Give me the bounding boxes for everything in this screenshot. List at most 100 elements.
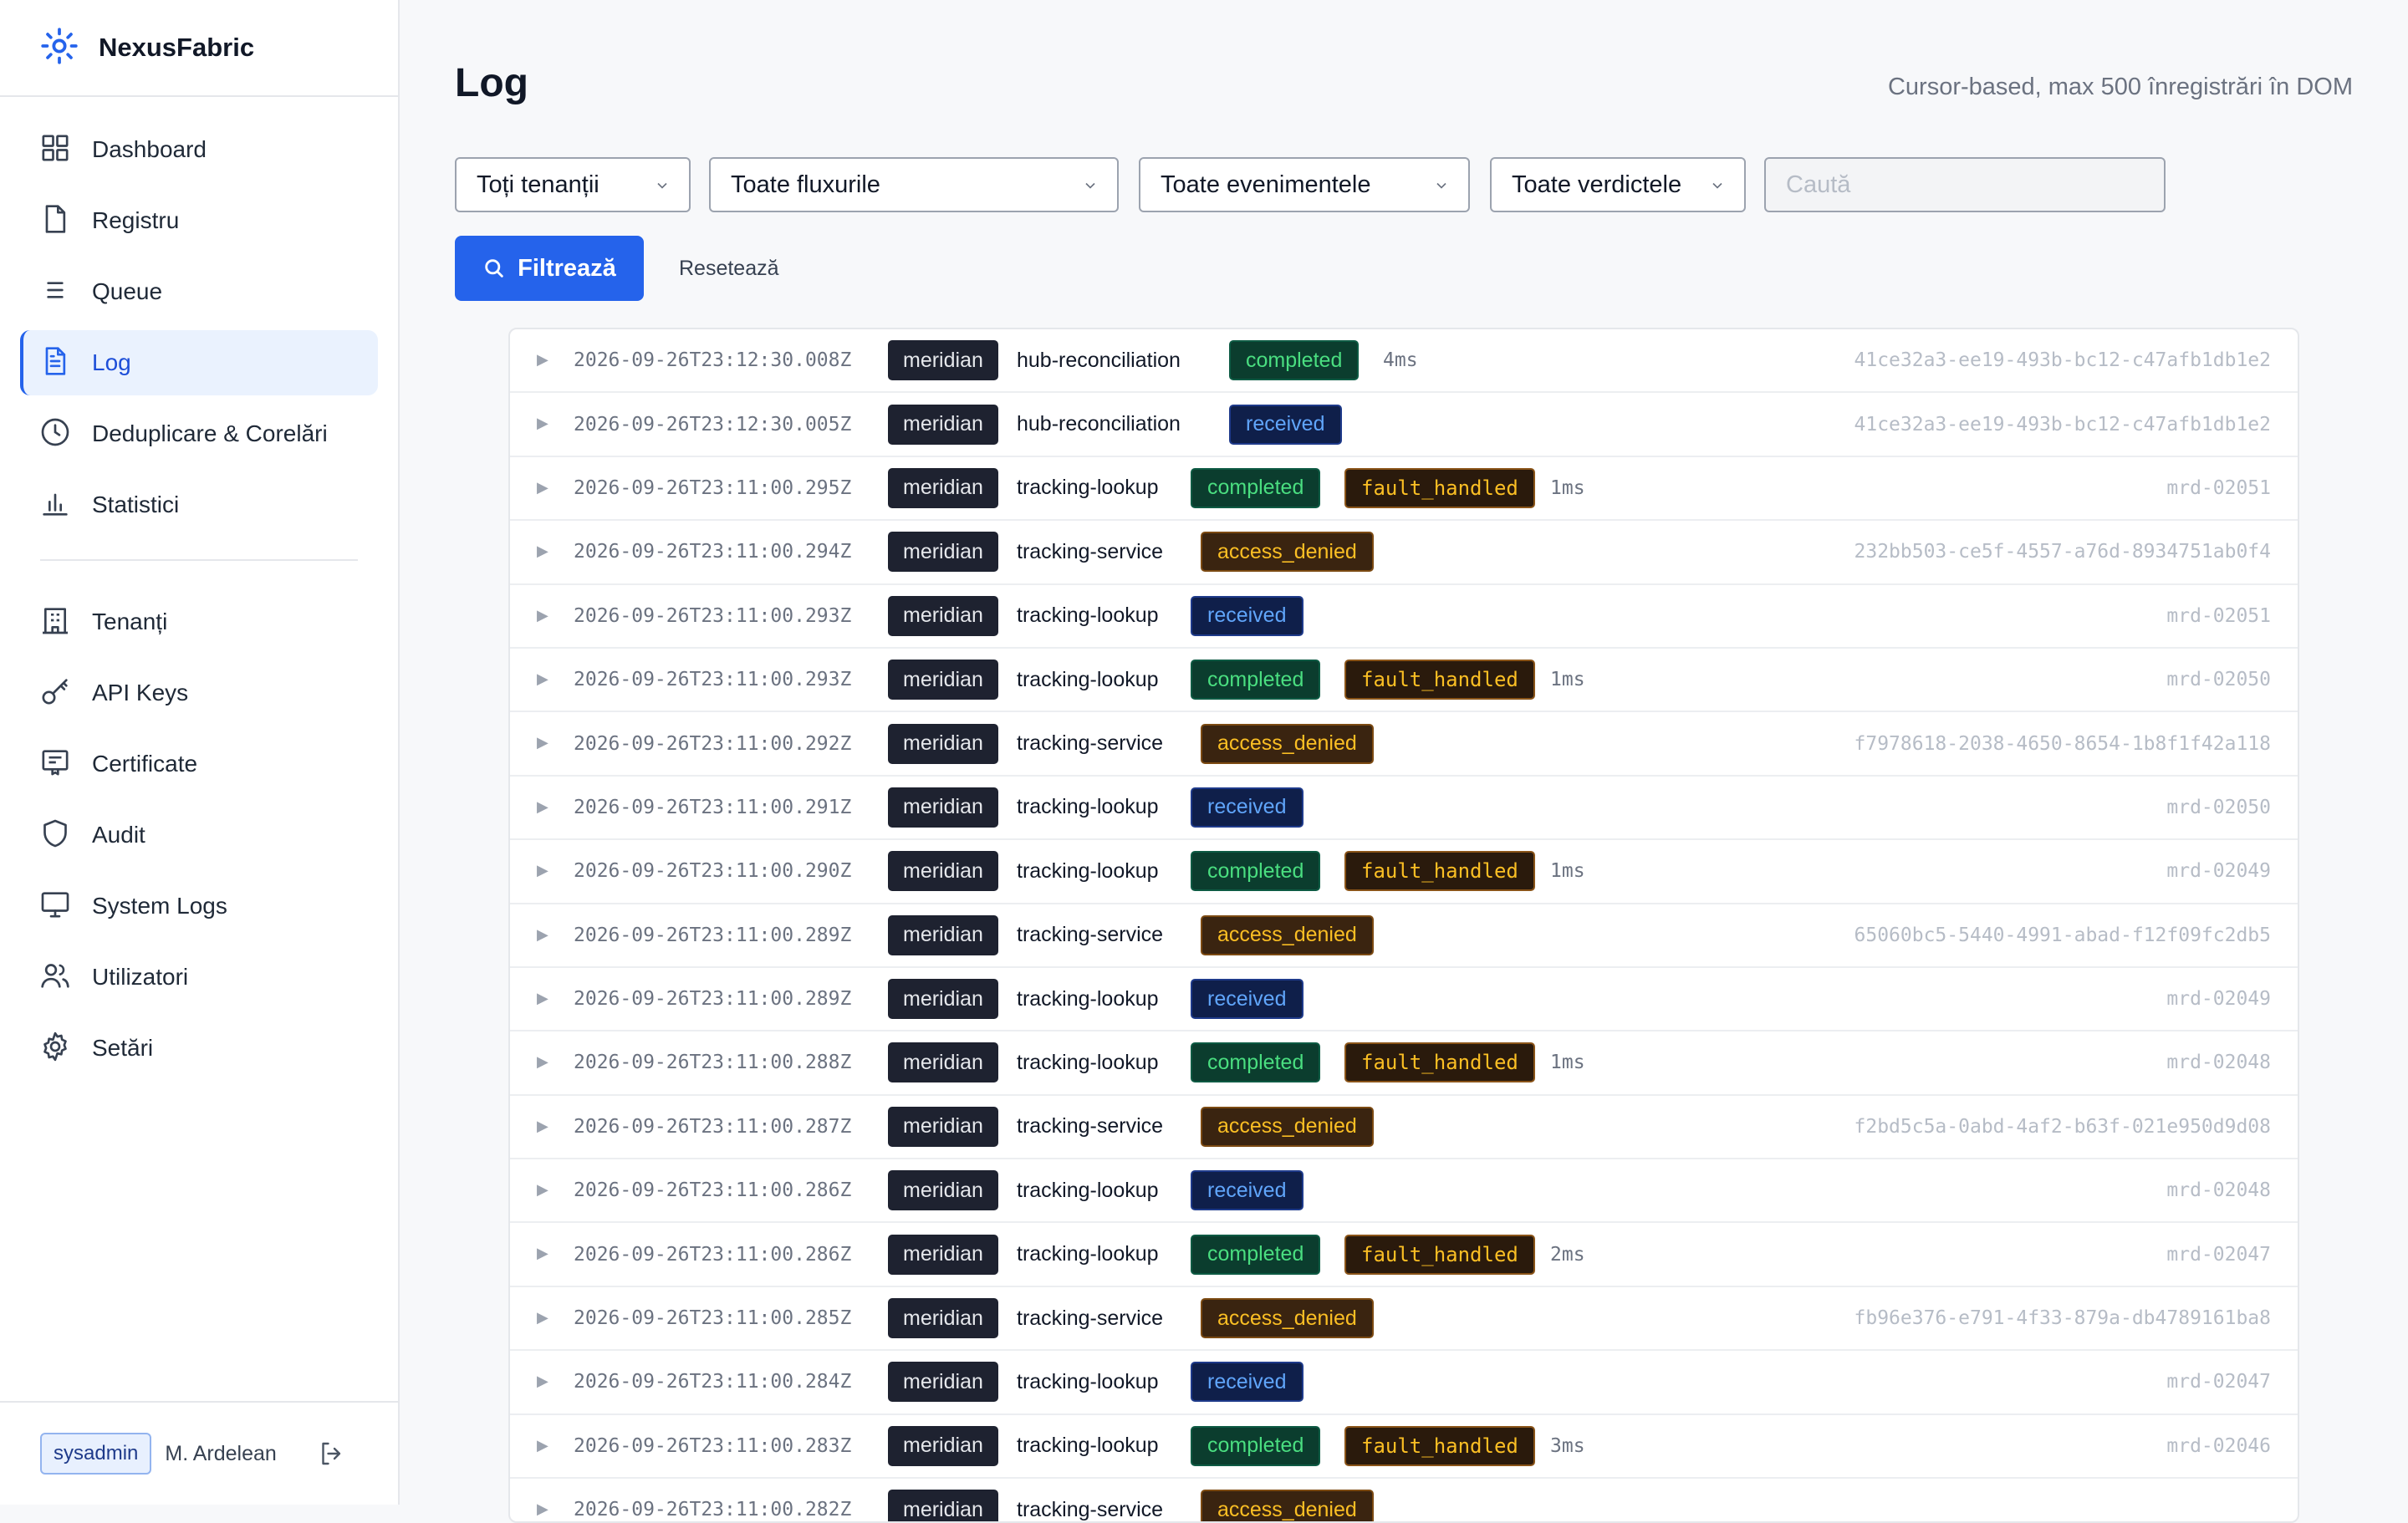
duration: 3ms [1550, 1434, 1585, 1457]
log-row[interactable]: ▶ 2026-09-26T23:11:00.282Z meridian trackin… [510, 1479, 2298, 1521]
correlation-id: mrd-02051 [2166, 476, 2271, 499]
log-row[interactable]: ▶ 2026-09-26T23:11:00.295Z meridian trackin… [510, 457, 2298, 522]
sidebar-item-queue[interactable]: Queue [20, 259, 378, 324]
log-row[interactable]: ▶ 2026-09-26T23:11:00.290Z meridian trackin… [510, 840, 2298, 904]
sidebar-item-log[interactable]: Log [20, 330, 378, 395]
sidebar-item-deduplicare[interactable]: Deduplicare & Corelări [20, 401, 378, 466]
expand-caret-icon[interactable]: ▶ [537, 670, 548, 688]
event-badge: access_denied [1201, 723, 1374, 764]
event-badge: received [1191, 1170, 1303, 1211]
tenant-badge: meridian [888, 1425, 998, 1466]
sidebar-item-tenanti[interactable]: Tenanți [20, 589, 378, 655]
correlation-id: 232bb503-ce5f-4557-a76d-8934751ab0f4 [1854, 541, 2272, 563]
verdict-select[interactable]: Toate verdictele [1490, 157, 1746, 212]
correlation-id: mrd-02048 [2166, 1179, 2271, 1202]
event-select[interactable]: Toate evenimentele [1139, 157, 1470, 212]
log-timestamp: 2026-09-26T23:11:00.287Z [574, 1115, 852, 1138]
log-row[interactable]: ▶ 2026-09-26T23:11:00.288Z meridian trackin… [510, 1031, 2298, 1096]
expand-caret-icon[interactable]: ▶ [537, 607, 548, 624]
expand-caret-icon[interactable]: ▶ [537, 415, 548, 432]
expand-caret-icon[interactable]: ▶ [537, 1245, 548, 1262]
expand-caret-icon[interactable]: ▶ [537, 351, 548, 369]
flow-name: tracking-lookup [1017, 1369, 1159, 1393]
sidebar-item-api-keys[interactable]: API Keys [20, 660, 378, 726]
event-badge: completed [1191, 660, 1321, 700]
sidebar-item-audit[interactable]: Audit [20, 802, 378, 868]
log-row[interactable]: ▶ 2026-09-26T23:11:00.283Z meridian trackin… [510, 1415, 2298, 1480]
log-row[interactable]: ▶ 2026-09-26T23:12:30.008Z meridian hub-rec… [510, 329, 2298, 394]
log-row[interactable]: ▶ 2026-09-26T23:11:00.284Z meridian trackin… [510, 1351, 2298, 1415]
flow-name: tracking-lookup [1017, 1434, 1159, 1458]
reset-button[interactable]: Resetează [662, 236, 796, 301]
logout-icon[interactable] [317, 1439, 347, 1469]
log-row[interactable]: ▶ 2026-09-26T23:11:00.286Z meridian trackin… [510, 1223, 2298, 1287]
sidebar-item-registru[interactable]: Registru [20, 188, 378, 253]
flow-select[interactable]: Toate fluxurile [709, 157, 1119, 212]
sidebar-item-label: Audit [92, 822, 145, 848]
correlation-id: fb96e376-e791-4f33-879a-db4789161ba8 [1854, 1307, 2272, 1330]
duration: 1ms [1550, 860, 1585, 883]
log-row[interactable]: ▶ 2026-09-26T23:11:00.294Z meridian trackin… [510, 521, 2298, 585]
event-badge: completed [1191, 1425, 1321, 1466]
clock-icon [38, 415, 72, 453]
filter-button[interactable]: Filtrează [455, 236, 644, 301]
expand-caret-icon[interactable]: ▶ [537, 1053, 548, 1071]
log-row[interactable]: ▶ 2026-09-26T23:11:00.286Z meridian trackin… [510, 1159, 2298, 1224]
chevron-down-icon [657, 182, 667, 189]
log-timestamp: 2026-09-26T23:11:00.290Z [574, 860, 852, 883]
sidebar-item-certificate[interactable]: Certificate [20, 731, 378, 797]
expand-caret-icon[interactable]: ▶ [537, 926, 548, 944]
sidebar-item-label: System Logs [92, 893, 227, 919]
tenant-badge: meridian [888, 1490, 998, 1521]
brand[interactable]: NexusFabric [0, 0, 398, 97]
tenant-select[interactable]: Toți tenanții [455, 157, 691, 212]
log-row[interactable]: ▶ 2026-09-26T23:11:00.293Z meridian trackin… [510, 585, 2298, 649]
flow-name: hub-reconciliation [1017, 348, 1181, 372]
log-timestamp: 2026-09-26T23:11:00.288Z [574, 1052, 852, 1074]
log-row[interactable]: ▶ 2026-09-26T23:11:00.289Z meridian trackin… [510, 968, 2298, 1032]
log-row[interactable]: ▶ 2026-09-26T23:11:00.291Z meridian trackin… [510, 777, 2298, 841]
sidebar-item-setari[interactable]: Setări [20, 1016, 378, 1081]
key-icon [38, 675, 72, 712]
expand-caret-icon[interactable]: ▶ [537, 1309, 548, 1327]
log-row[interactable]: ▶ 2026-09-26T23:11:00.285Z meridian trackin… [510, 1287, 2298, 1352]
log-row[interactable]: ▶ 2026-09-26T23:11:00.292Z meridian trackin… [510, 712, 2298, 777]
sidebar-item-system-logs[interactable]: System Logs [20, 874, 378, 939]
log-timestamp: 2026-09-26T23:12:30.008Z [574, 349, 852, 372]
monitor-icon [38, 888, 72, 925]
sidebar-item-utilizatori[interactable]: Utilizatori [20, 945, 378, 1010]
user-name: M. Ardelean [165, 1441, 277, 1465]
tenant-badge: meridian [888, 595, 998, 636]
chevron-down-icon [1436, 182, 1446, 189]
expand-caret-icon[interactable]: ▶ [537, 798, 548, 816]
expand-caret-icon[interactable]: ▶ [537, 1373, 548, 1390]
log-timestamp: 2026-09-26T23:11:00.289Z [574, 924, 852, 946]
expand-caret-icon[interactable]: ▶ [537, 1500, 548, 1518]
log-row[interactable]: ▶ 2026-09-26T23:12:30.005Z meridian hub-rec… [510, 393, 2298, 457]
expand-caret-icon[interactable]: ▶ [537, 1437, 548, 1454]
log-row[interactable]: ▶ 2026-09-26T23:11:00.289Z meridian trackin… [510, 904, 2298, 968]
log-row[interactable]: ▶ 2026-09-26T23:11:00.293Z meridian trackin… [510, 649, 2298, 713]
event-badge: access_denied [1201, 1298, 1374, 1339]
duration: 1ms [1550, 476, 1585, 499]
expand-caret-icon[interactable]: ▶ [537, 479, 548, 497]
flow-name: tracking-lookup [1017, 476, 1159, 500]
expand-caret-icon[interactable]: ▶ [537, 990, 548, 1007]
log-row[interactable]: ▶ 2026-09-26T23:11:00.287Z meridian trackin… [510, 1096, 2298, 1160]
tenant-badge: meridian [888, 340, 998, 381]
sidebar-item-dashboard[interactable]: Dashboard [20, 117, 378, 182]
search-input[interactable] [1764, 157, 2166, 212]
nav-divider [40, 559, 358, 561]
file-icon [38, 202, 72, 240]
expand-caret-icon[interactable]: ▶ [537, 1181, 548, 1199]
expand-caret-icon[interactable]: ▶ [537, 1118, 548, 1135]
sidebar-item-statistici[interactable]: Statistici [20, 472, 378, 537]
grid-icon [38, 131, 72, 169]
expand-caret-icon[interactable]: ▶ [537, 862, 548, 879]
tenant-badge: meridian [888, 467, 998, 508]
expand-caret-icon[interactable]: ▶ [537, 542, 548, 560]
sidebar-item-label: Setări [92, 1035, 154, 1061]
sidebar-item-label: Utilizatori [92, 964, 189, 990]
expand-caret-icon[interactable]: ▶ [537, 734, 548, 751]
correlation-id: f7978618-2038-4650-8654-1b8f1f42a118 [1854, 732, 2272, 755]
